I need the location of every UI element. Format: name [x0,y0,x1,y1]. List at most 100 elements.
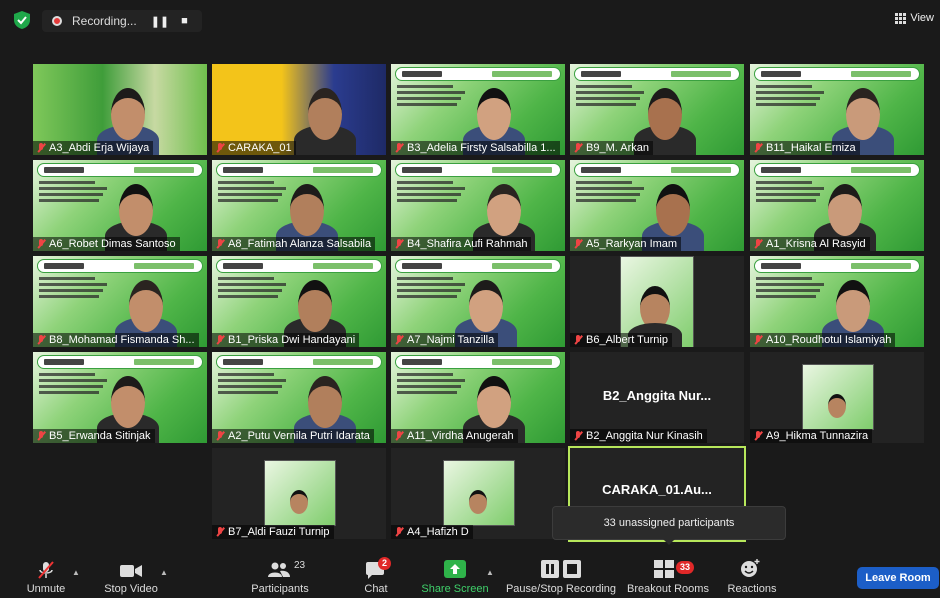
muted-mic-icon [574,239,582,249]
participant-name-label: B3_Adelia Firsty Salsabilla 1... [391,141,560,155]
participant-tile[interactable]: A1_Krisna Al Rasyid [750,160,924,251]
participant-name: A6_Robet Dimas Santoso [49,238,176,250]
view-button[interactable]: View [895,12,934,24]
participant-name: CARAKA_01 [228,142,292,154]
stop-video-button[interactable]: Stop Video [100,554,162,598]
video-camera-icon [120,565,142,577]
pause-stop-recording-button[interactable]: Pause/Stop Recording [504,554,618,598]
participant-name-label: B8_Mohamad Fismanda Sh... [33,333,199,347]
participant-tile[interactable]: A4_Hafizh D [391,448,565,539]
microphone-muted-icon [38,561,54,579]
reactions-button[interactable]: Reactions [724,554,780,598]
participant-tile[interactable]: A9_Hikma Tunnazira [750,352,924,443]
participant-name-label: A11_Virdha Anugerah [391,429,518,443]
share-screen-label: Share Screen [421,583,489,595]
recording-control-label: Pause/Stop Recording [505,583,617,595]
video-options-chevron-icon[interactable]: ▲ [160,568,168,577]
smiley-plus-icon [741,559,760,577]
participant-name-label: B1_Priska Dwi Handayani [212,333,360,347]
participant-tile[interactable]: CARAKA_01 [212,64,386,155]
participant-name: A10_Roudhotul Islamiyah [766,334,892,346]
participant-name: B6_Albert Turnip [586,334,668,346]
breakout-rooms-badge: 33 [676,561,695,574]
share-screen-button[interactable]: Share Screen [420,554,490,598]
participant-tile[interactable]: B4_Shafira Aufi Rahmah [391,160,565,251]
pause-recording-icon[interactable]: ❚❚ [151,15,169,28]
participant-name-label: A3_Abdi Erja Wijaya [33,141,154,155]
participant-name-label: A4_Hafizh D [391,525,473,539]
recording-dot-icon [52,16,62,26]
muted-mic-icon [216,143,224,153]
participant-display-name: CARAKA_01.Au... [602,482,712,497]
muted-mic-icon [754,239,762,249]
participant-tile[interactable]: B6_Albert Turnip [570,256,744,347]
participant-name-label: CARAKA_01 [212,141,296,155]
meeting-toolbar: Unmute ▲ Stop Video ▲ 23 Participants 2 … [0,554,940,598]
muted-mic-icon [395,143,403,153]
muted-mic-icon [395,527,403,537]
participant-name: B11_Haikal Erniza [766,142,856,154]
participant-tile[interactable]: B9_M. Arkan [570,64,744,155]
muted-mic-icon [216,239,224,249]
participant-name: A1_Krisna Al Rasyid [766,238,866,250]
participant-tile[interactable]: A5_Rarkyan Imam [570,160,744,251]
participant-name-label: B9_M. Arkan [570,141,653,155]
muted-mic-icon [216,527,224,537]
muted-mic-icon [395,431,403,441]
participant-name-label: A6_Robet Dimas Santoso [33,237,180,251]
participant-display-name: B2_Anggita Nur... [602,388,712,403]
participant-name-label: A1_Krisna Al Rasyid [750,237,870,251]
share-options-chevron-icon[interactable]: ▲ [486,568,494,577]
muted-mic-icon [216,335,224,345]
participant-name-label: B7_Aldi Fauzi Turnip [212,525,334,539]
participant-tile[interactable]: A7_Najmi Tanzilla [391,256,565,347]
participant-name: B9_M. Arkan [586,142,649,154]
unmute-button[interactable]: Unmute [22,554,70,598]
breakout-rooms-label: Breakout Rooms [627,583,709,595]
participant-name: A11_Virdha Anugerah [407,430,514,442]
participant-name-label: A10_Roudhotul Islamiyah [750,333,896,347]
participant-tile[interactable]: B11_Haikal Erniza [750,64,924,155]
participant-name-label: A7_Najmi Tanzilla [391,333,499,347]
muted-mic-icon [37,431,45,441]
participant-tile[interactable]: A2_Putu Vernila Putri Idarata [212,352,386,443]
participant-name: B2_Anggita Nur Kinasih [586,430,703,442]
participant-tile[interactable]: B3_Adelia Firsty Salsabilla 1... [391,64,565,155]
meeting-top-bar: Recording... ❚❚ ■ View [0,0,940,40]
participant-tile[interactable]: A11_Virdha Anugerah [391,352,565,443]
muted-mic-icon [37,143,45,153]
pause-record-icon [541,560,581,578]
security-shield-icon[interactable] [14,11,30,29]
participant-name: A8_Fatimah Alanza Salsabila [228,238,372,250]
participant-tile[interactable]: A8_Fatimah Alanza Salsabila [212,160,386,251]
stop-recording-icon[interactable]: ■ [181,15,188,27]
breakout-rooms-button[interactable]: 33 Breakout Rooms [626,554,710,598]
participant-tile[interactable]: B7_Aldi Fauzi Turnip [212,448,386,539]
participant-tile[interactable]: A10_Roudhotul Islamiyah [750,256,924,347]
participant-name-label: A5_Rarkyan Imam [570,237,682,251]
participant-name: A4_Hafizh D [407,526,469,538]
participant-name: B5_Erwanda Sitinjak [49,430,151,442]
participant-tile[interactable]: B1_Priska Dwi Handayani [212,256,386,347]
participants-icon [268,562,290,577]
leave-room-button[interactable]: Leave Room [857,567,939,589]
participant-name-label: B5_Erwanda Sitinjak [33,429,155,443]
participant-tile[interactable]: B8_Mohamad Fismanda Sh... [33,256,207,347]
participant-name: A2_Putu Vernila Putri Idarata [228,430,370,442]
participant-tile[interactable]: B2_Anggita Nur... B2_Anggita Nur Kinasih [570,352,744,443]
gallery-grid-icon [895,12,907,24]
muted-mic-icon [37,335,45,345]
participant-name: B8_Mohamad Fismanda Sh... [49,334,195,346]
muted-mic-icon [395,335,403,345]
chat-button[interactable]: 2 Chat [356,554,396,598]
participant-tile[interactable]: A6_Robet Dimas Santoso [33,160,207,251]
participant-tile[interactable]: A3_Abdi Erja Wijaya [33,64,207,155]
muted-mic-icon [574,143,582,153]
participant-name-label: A8_Fatimah Alanza Salsabila [212,237,376,251]
audio-options-chevron-icon[interactable]: ▲ [72,568,80,577]
stop-video-label: Stop Video [104,583,158,595]
recording-indicator: Recording... ❚❚ ■ [42,10,202,32]
participants-button[interactable]: 23 Participants [248,554,312,598]
participant-name-label: B2_Anggita Nur Kinasih [570,429,707,443]
participant-tile[interactable]: B5_Erwanda Sitinjak [33,352,207,443]
